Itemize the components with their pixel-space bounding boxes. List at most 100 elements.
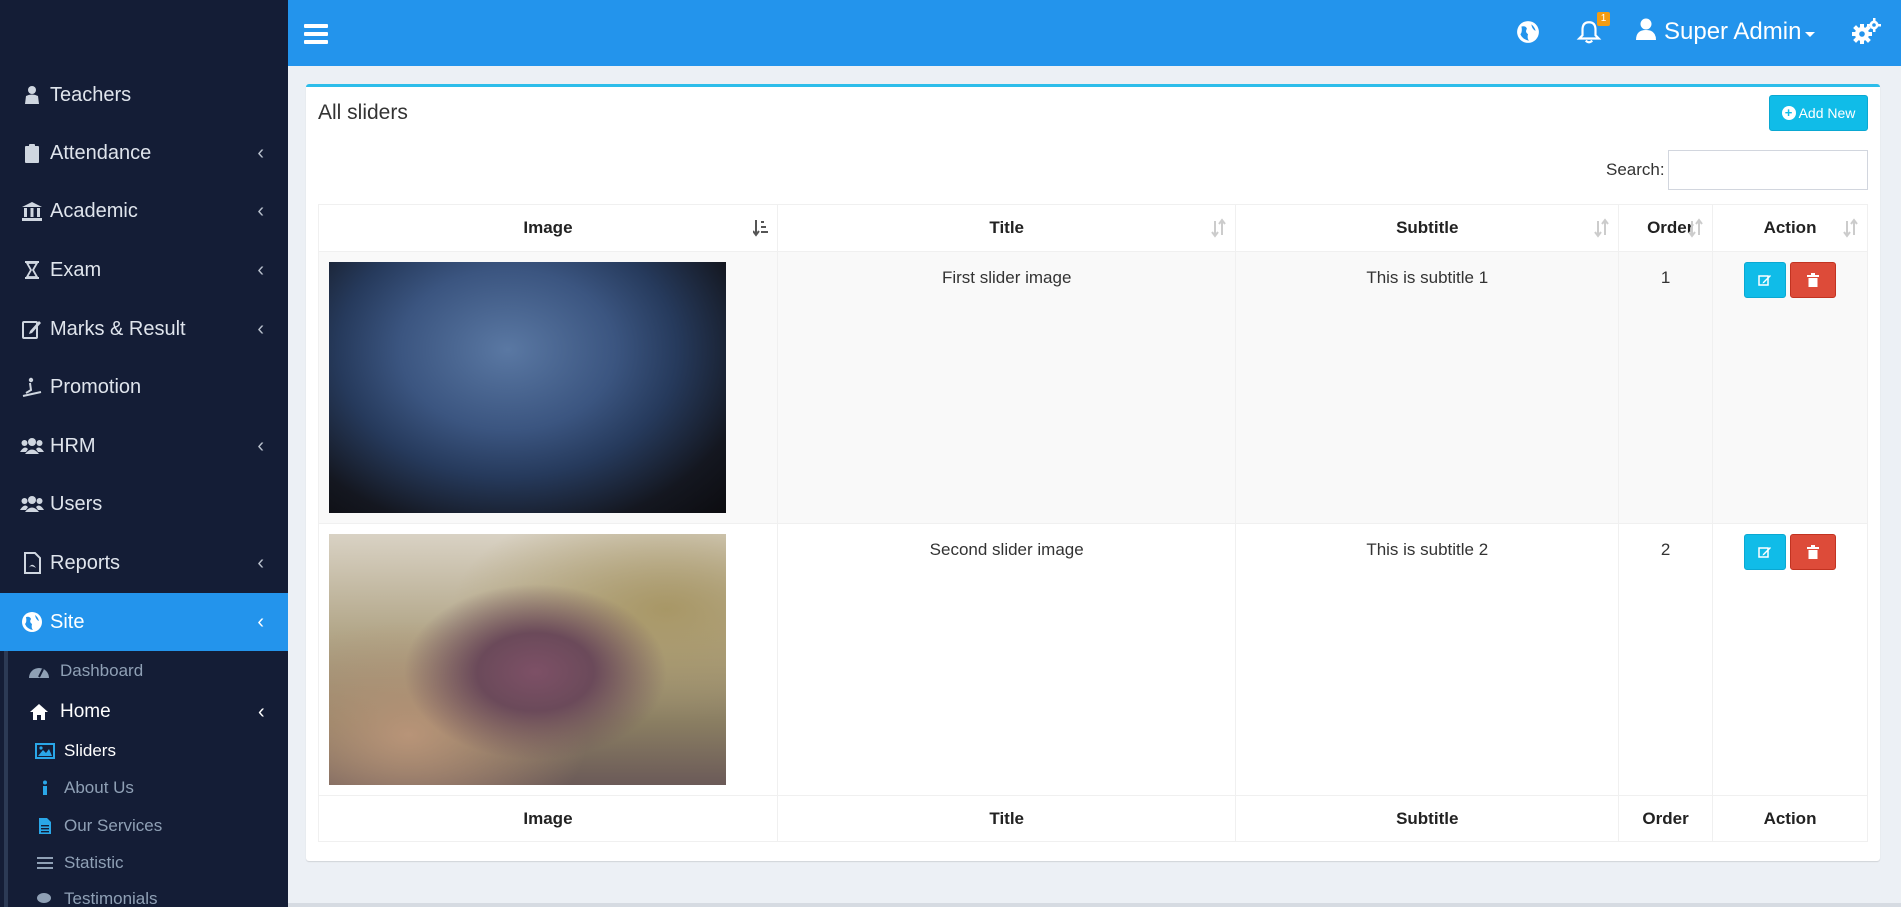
image-icon [34,740,56,762]
users-icon [20,492,44,516]
submenu-item-home[interactable]: Home ‹ [28,697,288,727]
column-header-subtitle[interactable]: Subtitle [1235,204,1620,252]
image-cell [318,251,778,524]
chevron-left-icon: ‹ [257,434,264,457]
column-header-action[interactable]: Action [1712,204,1868,252]
clipboard-icon [20,141,44,165]
footer-action: Action [1712,795,1868,842]
globe-icon [20,610,44,634]
sliders-table: Image Title Subtitle Order Action First … [318,204,1868,842]
chevron-left-icon: ‹ [257,610,264,633]
sidebar-item-attendance[interactable]: Attendance ‹ [0,124,288,182]
add-new-button[interactable]: + Add New [1769,95,1868,131]
info-icon [34,777,56,799]
teacher-icon [20,83,44,107]
delete-button[interactable] [1790,262,1837,298]
edit-button[interactable] [1744,534,1787,570]
delete-button[interactable] [1790,534,1837,570]
sidebar-item-hrm[interactable]: HRM ‹ [0,417,288,475]
slider-thumbnail [329,534,726,785]
comments-icon [34,888,56,907]
footer-image: Image [318,795,778,842]
dashboard-icon [28,660,50,682]
chevron-left-icon: ‹ [257,258,264,281]
edit-icon [1758,547,1772,558]
submenu-item-our-services[interactable]: Our Services [28,811,288,841]
sort-icon [1594,218,1609,238]
submenu-item-testimonials[interactable]: Testimonials [28,884,288,907]
plus-circle-icon: + [1781,106,1796,120]
table-footer-row: Image Title Subtitle Order Action [318,795,1868,842]
box-title: All sliders [318,101,408,124]
site-submenu: Dashboard Home ‹ Sliders About Us Our Se… [4,651,288,907]
chevron-left-icon: ‹ [257,141,264,164]
home-icon [28,701,50,723]
column-header-order[interactable]: Order [1618,204,1714,252]
sidebar-item-marks-result[interactable]: Marks & Result ‹ [0,300,288,358]
column-header-title[interactable]: Title [776,204,1237,252]
sidebar-item-site[interactable]: Site ‹ [0,593,288,651]
title-cell: First slider image [776,251,1237,524]
subtitle-cell: This is subtitle 1 [1235,251,1620,524]
sidebar-item-academic[interactable]: Academic ‹ [0,182,288,240]
hourglass-icon [20,258,44,282]
sidebar-item-teachers[interactable]: Teachers [0,66,288,124]
table-header-row: Image Title Subtitle Order Action [318,204,1868,252]
sort-icon [1211,218,1227,238]
notification-badge: 1 [1597,12,1610,26]
order-cell: 2 [1618,523,1714,796]
globe-icon[interactable] [1514,18,1542,46]
submenu-item-dashboard[interactable]: Dashboard [28,656,288,686]
footer-title: Title [776,795,1237,842]
submenu-item-sliders[interactable]: Sliders [28,736,288,766]
chevron-left-icon: ‹ [257,551,264,574]
institution-icon [20,199,44,223]
footer-subtitle: Subtitle [1235,795,1620,842]
sort-asc-icon [752,220,768,237]
user-name: Super Admin [1664,18,1802,45]
ramp-icon [20,375,44,399]
sidebar-item-exam[interactable]: Exam ‹ [0,241,288,299]
search-label: Search: [1606,160,1665,179]
caret-down-icon [1805,31,1816,37]
action-cell [1712,523,1868,796]
top-navbar: 1 Super Admin [288,0,1901,66]
user-icon [1636,17,1656,48]
sort-icon [1688,218,1703,238]
sidebar-item-promotion[interactable]: Promotion [0,358,288,416]
table-row: Second slider image This is subtitle 2 2 [318,523,1868,796]
sidebar-item-reports[interactable]: Reports ‹ [0,534,288,592]
hamburger-menu-icon[interactable] [304,24,328,44]
search-input[interactable] [1668,150,1868,190]
sidebar-item-users[interactable]: Users [0,475,288,533]
table-row: First slider image This is subtitle 1 1 [318,251,1868,524]
image-cell [318,523,778,796]
column-header-image[interactable]: Image [318,204,778,252]
add-new-label: Add New [1798,105,1856,121]
chevron-left-icon: ‹ [258,700,265,723]
edit-document-icon [20,317,44,341]
list-icon [34,852,56,874]
users-icon [20,434,44,458]
action-cell [1712,251,1868,524]
footer-order: Order [1618,795,1714,842]
edit-icon [1758,275,1772,286]
chevron-left-icon: ‹ [257,199,264,222]
subtitle-cell: This is subtitle 2 [1235,523,1620,796]
pdf-icon [20,551,44,575]
sort-icon [1843,218,1858,238]
gears-icon[interactable] [1850,18,1882,46]
user-menu[interactable]: Super Admin [1636,17,1816,48]
slider-thumbnail [329,262,726,513]
chevron-left-icon: ‹ [257,317,264,340]
sidebar: Teachers Attendance ‹ Academic ‹ Exam ‹ … [0,0,288,907]
file-text-icon [34,815,56,837]
edit-button[interactable] [1744,262,1787,298]
order-cell: 1 [1618,251,1714,524]
trash-icon [1807,545,1820,559]
trash-icon [1807,273,1820,287]
sliders-box: All sliders + Add New Search: Image Titl… [306,84,1880,861]
footer-divider [288,903,1901,907]
submenu-item-about-us[interactable]: About Us [28,773,288,803]
submenu-item-statistic[interactable]: Statistic [28,848,288,878]
